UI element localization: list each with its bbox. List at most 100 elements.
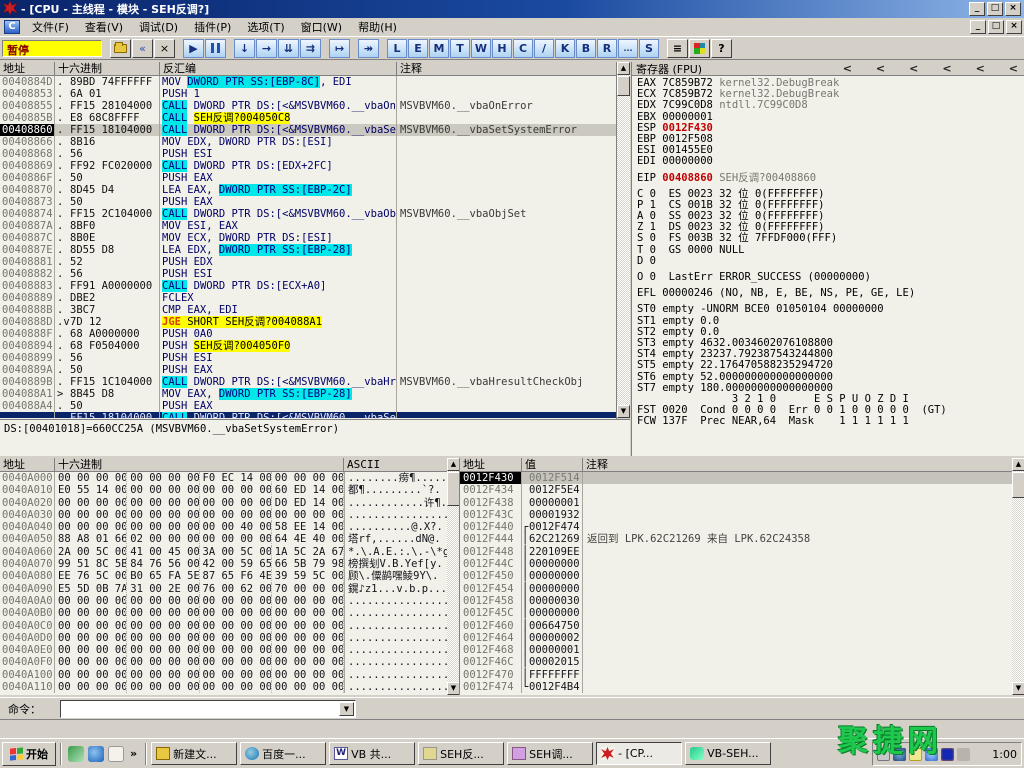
window-shortcut-button-k[interactable]: K bbox=[555, 39, 575, 58]
quick-launch-icon[interactable] bbox=[68, 746, 84, 762]
stack-row[interactable]: 0012F434 0012F5E4 bbox=[460, 484, 1012, 496]
disasm-row[interactable]: 004088A1>8B45 D8MOV EAX, DWORD PTR SS:[E… bbox=[0, 388, 616, 400]
stack-row[interactable]: 0012F46C│00002015 bbox=[460, 656, 1012, 668]
maximize-button[interactable]: □ bbox=[987, 2, 1003, 16]
stack-row[interactable]: 0012F464│00000002 bbox=[460, 632, 1012, 644]
disasm-row[interactable]: 0040887A.8BF0MOV ESI, EAX bbox=[0, 220, 616, 232]
go-to-button[interactable]: ↠ bbox=[358, 39, 379, 58]
dump-row[interactable]: 0040A05088 A8 01 6602 00 00 0000 00 00 0… bbox=[0, 533, 447, 545]
taskbar-task-button[interactable]: 百度一... bbox=[240, 742, 326, 765]
start-button[interactable]: 开始 bbox=[2, 742, 56, 766]
scrollbar-thumb[interactable] bbox=[617, 76, 630, 96]
mdi-restore-button[interactable]: □ bbox=[988, 20, 1004, 34]
command-input[interactable] bbox=[62, 702, 338, 716]
run-button[interactable]: ▶ bbox=[183, 39, 204, 58]
step-over-button[interactable]: → bbox=[256, 39, 277, 58]
chevron-more-icon[interactable]: » bbox=[130, 747, 137, 760]
disasm-row[interactable]: 00408874.FF15 2C104000CALL DWORD PTR DS:… bbox=[0, 208, 616, 220]
disasm-row[interactable]: 0040884D.89BD 74FFFFFFMOV DWORD PTR SS:[… bbox=[0, 76, 616, 88]
menu-item[interactable]: 调试(D) bbox=[131, 17, 186, 37]
stack-row[interactable]: 0012F43C 00001932 bbox=[460, 509, 1012, 521]
scrollbar-thumb[interactable] bbox=[1012, 472, 1024, 498]
disasm-row[interactable]: 00408853.6A 01PUSH 1 bbox=[0, 88, 616, 100]
disasm-row[interactable]: 00408881.52PUSH EDX bbox=[0, 256, 616, 268]
appearance-button[interactable] bbox=[689, 39, 710, 58]
stack-row[interactable]: 0012F454│00000000 bbox=[460, 583, 1012, 595]
windows-list-button[interactable]: ≡ bbox=[667, 39, 688, 58]
disasm-row[interactable]: 00408869.FF92 FC020000CALL DWORD PTR DS:… bbox=[0, 160, 616, 172]
disasm-row[interactable]: 00408882.56PUSH ESI bbox=[0, 268, 616, 280]
disassembly-scrollbar[interactable]: ▲ ▼ bbox=[617, 62, 630, 418]
menu-item[interactable]: 帮助(H) bbox=[350, 17, 405, 37]
stack-row[interactable]: 0012F470│FFFFFFFF bbox=[460, 669, 1012, 681]
disasm-row[interactable]: 004088A4.50PUSH EAX bbox=[0, 400, 616, 412]
disasm-row[interactable]: 0040888F.68 A0000000PUSH 0A0 bbox=[0, 328, 616, 340]
collapse-section-button[interactable]: < bbox=[1009, 63, 1018, 75]
dump-row[interactable]: 0040A0E000 00 00 0000 00 00 0000 00 00 0… bbox=[0, 644, 447, 656]
stack-row[interactable]: 0012F438 00000001 bbox=[460, 497, 1012, 509]
disasm-row[interactable]: 0040886F.50PUSH EAX bbox=[0, 172, 616, 184]
dump-row[interactable]: 0040A0A000 00 00 0000 00 00 0000 00 00 0… bbox=[0, 595, 447, 607]
disasm-row[interactable]: 00408868.56PUSH ESI bbox=[0, 148, 616, 160]
disasm-row[interactable]: 0040887C.8B0EMOV ECX, DWORD PTR DS:[ESI] bbox=[0, 232, 616, 244]
window-shortcut-button-t[interactable]: T bbox=[450, 39, 470, 58]
register-line[interactable]: FCW 137F Prec NEAR,64 Mask 1 1 1 1 1 1 bbox=[637, 416, 1024, 427]
disasm-row[interactable]: 0040887E.8D55 D8LEA EDX, DWORD PTR SS:[E… bbox=[0, 244, 616, 256]
disasm-row[interactable]: 00408894.68 F0504000PUSH SEH反调?004050F0 bbox=[0, 340, 616, 352]
chevron-down-icon[interactable]: ▼ bbox=[339, 702, 354, 716]
taskbar-task-button[interactable]: VB-SEH... bbox=[685, 742, 771, 765]
register-line[interactable]: EIP 00408860 SEH反调?00408860 bbox=[637, 173, 1024, 184]
disasm-row[interactable]: 00408899.56PUSH ESI bbox=[0, 352, 616, 364]
window-shortcut-button-xxx[interactable]: ... bbox=[618, 39, 638, 58]
stack-row[interactable]: 0012F430 0012F514 bbox=[460, 472, 1012, 484]
taskbar-task-button[interactable]: - [CP... bbox=[596, 742, 682, 765]
stack-scrollbar[interactable]: ▲ ▼ bbox=[1012, 458, 1024, 695]
window-shortcut-button-e[interactable]: E bbox=[408, 39, 428, 58]
dump-row[interactable]: 0040A0F000 00 00 0000 00 00 0000 00 00 0… bbox=[0, 656, 447, 668]
scroll-up-icon[interactable]: ▲ bbox=[617, 62, 630, 75]
restart-button[interactable]: « bbox=[132, 39, 153, 58]
taskbar-task-button[interactable]: SEH调... bbox=[507, 742, 593, 765]
window-shortcut-button-r[interactable]: R bbox=[597, 39, 617, 58]
menu-item[interactable]: 窗口(W) bbox=[293, 17, 350, 37]
window-shortcut-button-w[interactable]: W bbox=[471, 39, 491, 58]
dump-row[interactable]: 0040A010E0 55 14 0000 00 00 0000 00 00 0… bbox=[0, 484, 447, 496]
minimize-button[interactable]: _ bbox=[969, 2, 985, 16]
ie-quick-launch-icon[interactable] bbox=[88, 746, 104, 762]
register-line[interactable]: EFL 00000246 (NO, NB, E, BE, NS, PE, GE,… bbox=[637, 288, 1024, 299]
animate-over-button[interactable]: ⇉ bbox=[300, 39, 321, 58]
disasm-row[interactable]: 00408883.FF91 A0000000CALL DWORD PTR DS:… bbox=[0, 280, 616, 292]
speaker-icon[interactable] bbox=[957, 748, 970, 761]
disasm-row[interactable]: 00408855.FF15 28104000CALL DWORD PTR DS:… bbox=[0, 100, 616, 112]
stack-row[interactable]: 0012F448│220109EE bbox=[460, 546, 1012, 558]
disasm-row[interactable]: 0040888B.3BC7CMP EAX, EDI bbox=[0, 304, 616, 316]
dump-row[interactable]: 0040A02000 00 00 0000 00 00 0000 00 00 0… bbox=[0, 497, 447, 509]
collapse-section-button[interactable]: < bbox=[876, 63, 885, 75]
stack-row[interactable]: 0012F458│00000030 bbox=[460, 595, 1012, 607]
disasm-row[interactable]: 0040889A.50PUSH EAX bbox=[0, 364, 616, 376]
dump-row[interactable]: 0040A07099 51 8C 5B84 76 56 0042 00 59 6… bbox=[0, 558, 447, 570]
stack-row[interactable]: 0012F440┌0012F474 bbox=[460, 521, 1012, 533]
menu-item[interactable]: 查看(V) bbox=[77, 17, 131, 37]
window-shortcut-button-l[interactable]: L bbox=[387, 39, 407, 58]
disasm-row[interactable]: 00408866.8B16MOV EDX, DWORD PTR DS:[ESI] bbox=[0, 136, 616, 148]
window-shortcut-button-b[interactable]: B bbox=[576, 39, 596, 58]
register-line[interactable]: T 0 GS 0000 NULL bbox=[637, 245, 1024, 256]
menu-item[interactable]: 文件(F) bbox=[24, 17, 77, 37]
mdi-close-button[interactable]: × bbox=[1006, 20, 1022, 34]
dump-row[interactable]: 0040A04000 00 00 0000 00 00 0000 00 40 0… bbox=[0, 521, 447, 533]
disasm-row[interactable]: FF15 18104000CALL DWORD PTR DS:[<&MSVBVM… bbox=[0, 412, 616, 418]
step-into-button[interactable]: ↓ bbox=[234, 39, 255, 58]
close-program-button[interactable]: × bbox=[154, 39, 175, 58]
menu-item[interactable]: 选项(T) bbox=[239, 17, 292, 37]
desktop-quick-launch-icon[interactable] bbox=[108, 746, 124, 762]
mdi-minimize-button[interactable]: _ bbox=[970, 20, 986, 34]
taskbar-clock[interactable]: 1:00 bbox=[992, 748, 1017, 761]
dump-row[interactable]: 0040A03000 00 00 0000 00 00 0000 00 00 0… bbox=[0, 509, 447, 521]
disasm-row[interactable]: 0040889B.FF15 1C104000CALL DWORD PTR DS:… bbox=[0, 376, 616, 388]
disasm-row[interactable]: 00408873.50PUSH EAX bbox=[0, 196, 616, 208]
stack-row[interactable]: 0012F474└0012F4B4 bbox=[460, 681, 1012, 693]
help-button[interactable]: ? bbox=[711, 39, 732, 58]
stack-row[interactable]: 0012F468│00000001 bbox=[460, 644, 1012, 656]
taskbar-task-button[interactable]: SEH反... bbox=[418, 742, 504, 765]
